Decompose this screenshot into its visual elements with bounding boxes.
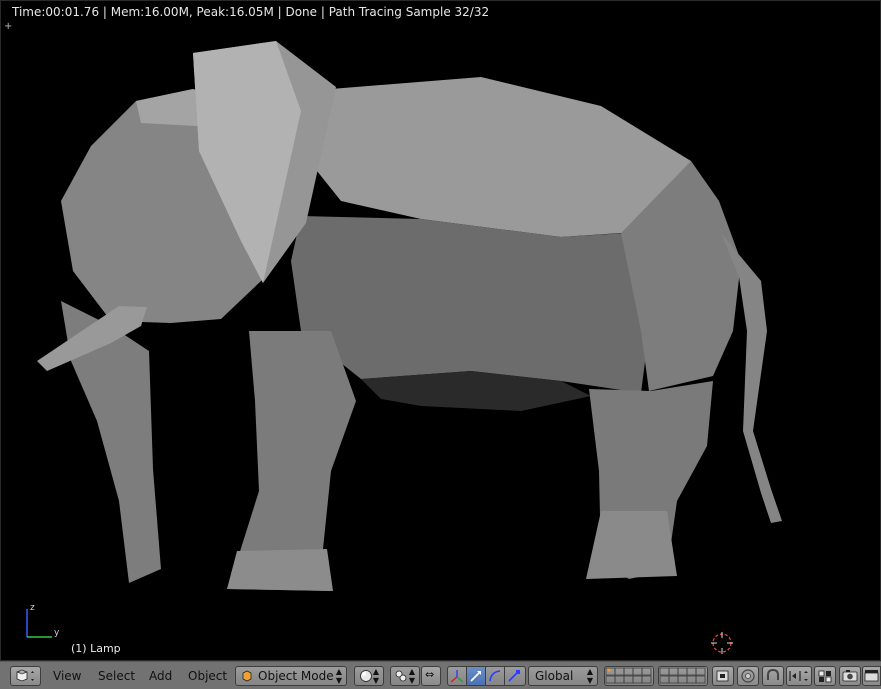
layer-lock-icon — [716, 670, 729, 682]
layer-buttons-group-1[interactable] — [604, 666, 654, 686]
rotate-arc-icon — [489, 670, 501, 682]
updown-arrows-icon: ▲ ▼ — [335, 667, 342, 685]
manipulate-center-points-button[interactable]: ⇔ — [421, 666, 441, 686]
proportional-editing-button[interactable] — [737, 666, 759, 686]
camera-icon — [842, 670, 858, 682]
snap-toggle-button[interactable] — [762, 666, 784, 686]
render-image-button[interactable] — [839, 666, 861, 686]
menu-select[interactable]: Select — [98, 669, 135, 683]
active-object-label: (1) Lamp — [71, 642, 121, 655]
transform-orientation-dropdown[interactable]: Global ▲ ▼ — [528, 666, 598, 686]
translate-manipulator-button[interactable] — [466, 666, 486, 686]
magnet-icon — [767, 668, 779, 680]
render-animation-button[interactable] — [862, 666, 881, 686]
mode-dropdown[interactable]: Object Mode ▲ ▼ — [235, 666, 347, 686]
updown-arrows-icon: ▲ ▼ — [408, 667, 415, 685]
axis-z-label: z — [30, 603, 35, 613]
updown-arrows-icon: ▲ ▼ — [586, 667, 593, 685]
clapper-icon — [864, 670, 879, 682]
viewport-header: View Select Add Object Object Mode ▲ ▼ ▲ ▼… — [0, 661, 881, 689]
lock-layers-button[interactable] — [712, 666, 734, 686]
updown-arrows-icon: ▲ ▼ — [372, 667, 379, 685]
cube-icon — [16, 669, 34, 682]
translate-arrow-icon — [470, 671, 481, 682]
3d-viewport[interactable]: Time:00:01.76 | Mem:16.00M, Peak:16.05M … — [0, 0, 881, 661]
pivot-point-dropdown[interactable]: ▲ ▼ — [390, 666, 420, 686]
orientation-label: Global — [535, 669, 574, 683]
axis-gizmo: z y — [26, 603, 60, 638]
manipulator-toggle-button[interactable] — [447, 666, 467, 686]
elephant-render — [37, 41, 782, 591]
rotate-manipulator-button[interactable] — [485, 666, 505, 686]
shading-sphere-icon — [360, 670, 372, 682]
mode-label: Object Mode — [258, 669, 334, 683]
layer-grid-1 — [605, 667, 652, 684]
snap-target-button[interactable] — [814, 666, 836, 686]
scale-manipulator-button[interactable] — [504, 666, 526, 686]
menu-view[interactable]: View — [53, 669, 81, 683]
object-mode-icon — [242, 670, 252, 682]
snap-target-icon — [818, 670, 832, 683]
layer-grid-2 — [659, 667, 706, 684]
manipulator-icon — [450, 670, 464, 683]
proportional-circle-icon — [741, 669, 755, 683]
snap-element-dropdown[interactable] — [786, 666, 812, 686]
menu-add[interactable]: Add — [149, 669, 172, 683]
snap-increment-icon — [789, 671, 808, 681]
center-points-icon: ⇔ — [425, 668, 435, 681]
layer-buttons-group-2[interactable] — [658, 666, 708, 686]
axis-y-label: y — [54, 628, 60, 638]
scale-icon — [508, 670, 520, 682]
editor-type-button[interactable] — [10, 666, 41, 686]
menu-object[interactable]: Object — [188, 669, 227, 683]
pivot-icon — [395, 670, 407, 682]
viewport-shading-dropdown[interactable]: ▲ ▼ — [354, 666, 384, 686]
3d-cursor-icon[interactable] — [710, 631, 734, 655]
